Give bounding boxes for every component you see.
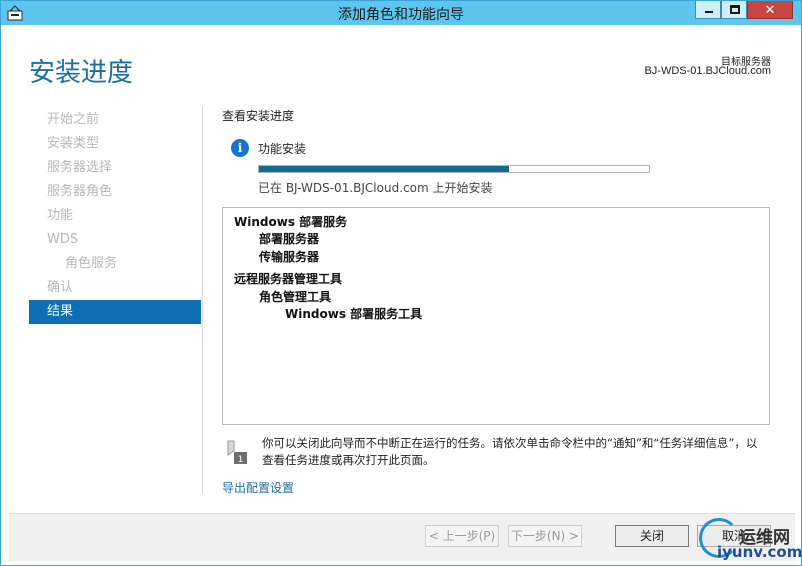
result-item: 远程服务器管理工具 bbox=[234, 272, 343, 286]
wizard-window: 添加角色和功能向导 ✕ 安装进度 目标服务器 BJ-WDS-01.BJCloud… bbox=[0, 0, 802, 566]
result-item: 传输服务器 bbox=[259, 250, 320, 264]
nav-item-confirmation: 确认 bbox=[47, 280, 74, 295]
nav-item-before-you-begin: 开始之前 bbox=[47, 112, 100, 127]
close-icon: ✕ bbox=[764, 2, 776, 17]
info-icon: i bbox=[231, 139, 249, 157]
watermark-url: iyunv.com bbox=[717, 543, 802, 561]
progress-bar bbox=[258, 165, 650, 173]
result-item: 角色管理工具 bbox=[259, 290, 332, 304]
minimize-icon bbox=[705, 11, 713, 13]
result-item: 部署服务器 bbox=[259, 232, 320, 246]
nav-item-role-services: 角色服务 bbox=[65, 256, 118, 271]
nav-item-wds: WDS bbox=[47, 232, 79, 247]
note-line: 你可以关闭此向导而不中断正在运行的任务。请依次单击命令栏中的“通知”和“任务详细… bbox=[262, 436, 758, 450]
minimize-button[interactable] bbox=[695, 1, 721, 19]
nav-item-server-roles: 服务器角色 bbox=[47, 184, 113, 199]
window-title: 添加角色和功能向导 bbox=[338, 7, 464, 23]
result-item: Windows 部署服务工具 bbox=[285, 307, 423, 321]
results-list[interactable]: Windows 部署服务 部署服务器 传输服务器 远程服务器管理工具 角色管理工… bbox=[222, 207, 770, 425]
previous-button[interactable]: < 上一步(P) bbox=[425, 525, 499, 547]
wizard-header: 安装进度 目标服务器 BJ-WDS-01.BJCloud.com bbox=[9, 25, 795, 103]
note-line: 查看任务进度或再次打开此页面。 bbox=[262, 453, 435, 467]
close-button[interactable]: 关闭 bbox=[615, 525, 689, 547]
flag-note-icon: 1 bbox=[227, 440, 247, 465]
svg-text:1: 1 bbox=[238, 455, 244, 465]
nav-item-features: 功能 bbox=[47, 208, 74, 223]
progress-status: 已在 BJ-WDS-01.BJCloud.com 上开始安装 bbox=[258, 181, 493, 195]
progress-label: 功能安装 bbox=[258, 142, 307, 156]
section-title: 查看安装进度 bbox=[222, 109, 295, 123]
nav-item-server-selection: 服务器选择 bbox=[47, 160, 113, 175]
wizard-footer: < 上一步(P) 下一步(N) > 关闭 取消 bbox=[9, 513, 795, 561]
next-button[interactable]: 下一步(N) > bbox=[508, 525, 582, 547]
result-item: Windows 部署服务 bbox=[234, 215, 348, 229]
maximize-icon bbox=[730, 5, 740, 14]
close-window-button[interactable]: ✕ bbox=[747, 1, 793, 19]
note-text: 你可以关闭此向导而不中断正在运行的任务。请依次单击命令栏中的“通知”和“任务详细… bbox=[262, 435, 774, 469]
target-server-name: BJ-WDS-01.BJCloud.com bbox=[644, 65, 771, 77]
nav-item-results[interactable]: 结果 bbox=[29, 300, 201, 324]
export-config-link[interactable]: 导出配置设置 bbox=[222, 479, 294, 496]
wizard-nav: 开始之前 安装类型 服务器选择 服务器角色 功能 WDS 角色服务 确认 结果 bbox=[29, 108, 201, 324]
nav-divider bbox=[202, 106, 203, 494]
page-title: 安装进度 bbox=[29, 58, 134, 88]
maximize-button[interactable] bbox=[721, 1, 747, 19]
nav-item-installation-type: 安装类型 bbox=[47, 136, 100, 151]
title-bar[interactable]: 添加角色和功能向导 ✕ bbox=[1, 1, 801, 25]
progress-fill bbox=[259, 166, 509, 172]
